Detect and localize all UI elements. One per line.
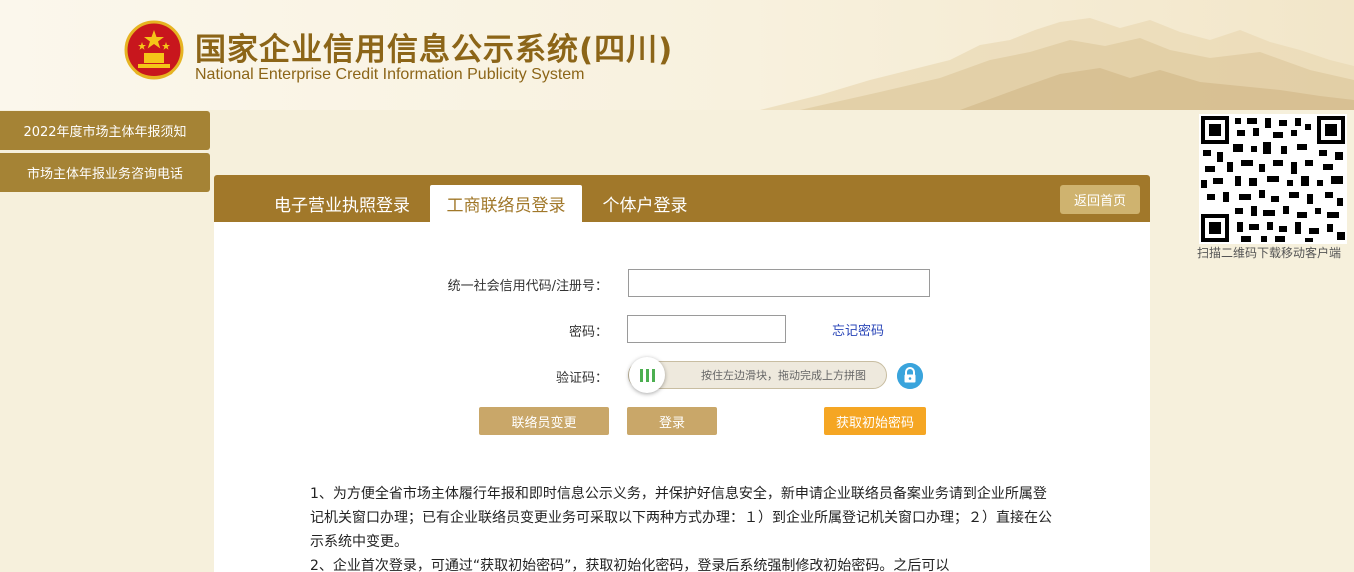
notice-paragraph: 2、企业首次登录，可通过“获取初始密码”，获取初始化密码，登录后系统强制修改初始… xyxy=(310,558,950,572)
login-panel: 电子营业执照登录 工商联络员登录 个体户登录 返回首页 统一社会信用代码/注册号… xyxy=(214,175,1150,572)
login-tabbar: 电子营业执照登录 工商联络员登录 个体户登录 返回首页 xyxy=(214,175,1150,222)
password-input[interactable] xyxy=(627,315,786,343)
mountain-illustration xyxy=(760,18,1354,110)
change-contact-button[interactable]: 联络员变更 xyxy=(479,407,609,435)
tab-contact-login[interactable]: 工商联络员登录 xyxy=(430,185,582,222)
back-home-button[interactable]: 返回首页 xyxy=(1060,185,1140,214)
captcha-slider-handle[interactable] xyxy=(629,357,665,393)
credit-code-label: 统一社会信用代码/注册号： xyxy=(447,279,608,294)
get-initial-password-button[interactable]: 获取初始密码 xyxy=(824,407,926,435)
credit-code-input[interactable] xyxy=(628,269,930,297)
tab-individual-business-login[interactable]: 个体户登录 xyxy=(586,185,704,222)
sidebar-item-annual-report-notice[interactable]: 2022年度市场主体年报须知 xyxy=(0,111,210,150)
lock-icon xyxy=(897,363,923,389)
qr-code xyxy=(1199,114,1347,244)
login-button[interactable]: 登录 xyxy=(627,407,717,435)
site-title: 国家企业信用信息公示系统(四川) xyxy=(195,32,674,68)
forgot-password-link[interactable]: 忘记密码 xyxy=(832,320,884,339)
sidebar-item-consultation-phone[interactable]: 市场主体年报业务咨询电话 xyxy=(0,153,210,192)
national-emblem-icon xyxy=(124,20,184,80)
password-label: 密码： xyxy=(568,325,608,340)
slider-hint: 按住左边滑块，拖动完成上方拼图 xyxy=(701,369,866,382)
qr-caption: 扫描二维码下载移动客户端 xyxy=(1197,246,1342,260)
site-subtitle: National Enterprise Credit Information P… xyxy=(195,66,585,83)
notice-text: 1、为方便全省市场主体履行年报和即时信息公示义务，并保护好信息安全，新申请企业联… xyxy=(310,482,1060,572)
captcha-slider-track: 按住左边滑块，拖动完成上方拼图 xyxy=(628,361,887,389)
tab-electronic-license-login[interactable]: 电子营业执照登录 xyxy=(262,185,422,222)
notice-paragraph: 1、为方便全省市场主体履行年报和即时信息公示义务，并保护好信息安全，新申请企业联… xyxy=(310,486,1052,550)
captcha-label: 验证码： xyxy=(555,371,608,386)
site-header: 国家企业信用信息公示系统(四川) National Enterprise Cre… xyxy=(0,0,1354,110)
